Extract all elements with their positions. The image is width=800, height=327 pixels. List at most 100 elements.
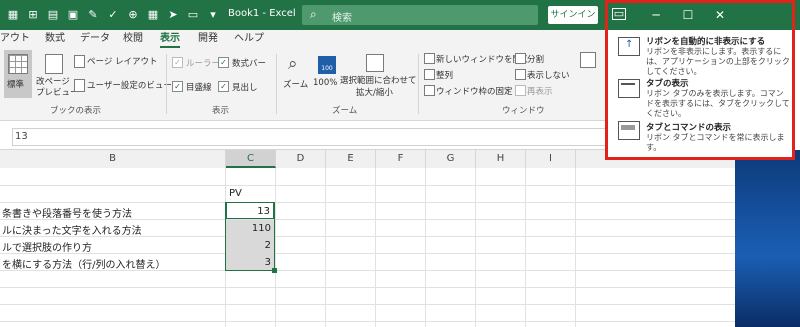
tab-view[interactable]: 表示 (160, 30, 180, 48)
freeze-panes-button[interactable]: ウィンドウ枠の固定 ⌄ (424, 84, 513, 98)
auto-hide-ribbon-icon: ↑ (618, 37, 640, 56)
spell-check-icon[interactable]: ✓ (104, 6, 122, 24)
option-auto-hide-ribbon[interactable]: ↑ リボンを自動的に非表示にする リボンを非表示にします。表示するには、アプリケ… (608, 33, 792, 76)
page-layout-button[interactable]: ページ レイアウト (74, 54, 164, 68)
search-icon: ⌕ (310, 7, 317, 21)
gridline (375, 168, 376, 327)
tab-data[interactable]: データ (80, 30, 110, 48)
column-header-e[interactable]: E (326, 150, 376, 168)
cell-b-row1[interactable]: 条書きや段落番号を使う方法 (2, 205, 132, 220)
search-input[interactable]: ⌕ 検索 (302, 5, 538, 25)
hide-button[interactable]: 表示しない (515, 68, 575, 82)
maximize-icon[interactable]: ☐ (678, 8, 698, 22)
column-header-f[interactable]: F (376, 150, 426, 168)
insert-icon[interactable]: ⊕ (124, 6, 142, 24)
zoom-selection-label-2: 拡大/縮小 (356, 88, 393, 98)
close-icon[interactable]: ✕ (710, 8, 730, 22)
option-title: タブの表示 (646, 79, 689, 89)
tab-formulas[interactable]: 数式 (45, 30, 65, 48)
cell-c-header[interactable]: PV (229, 188, 242, 199)
zoom-100-label: 100% (313, 78, 338, 88)
zoom-to-selection-button[interactable]: 選択範囲に合わせて 拡大/縮小 (340, 50, 417, 98)
ribbon-display-options-popup: ▭ ─ ☐ ✕ ↑ リボンを自動的に非表示にする リボンを非表示にします。表示す… (605, 0, 795, 160)
option-description: リボンを非表示にします。表示するには、アプリケーションの上部をクリックしてくださ… (646, 47, 790, 76)
gridline (425, 168, 426, 327)
zoom-button[interactable]: ⌕ ズーム (282, 50, 310, 98)
brush-icon[interactable]: ✎ (84, 6, 102, 24)
custom-views-button[interactable]: ユーザー設定のビュー (74, 78, 172, 92)
customize-qat-icon[interactable]: ▾ (204, 6, 222, 24)
table-icon[interactable]: ▦ (4, 6, 22, 24)
option-show-tabs[interactable]: タブの表示 リボン タブのみを表示します。コマンドを表示するには、タブをクリック… (608, 75, 792, 118)
unhide-button[interactable]: 再表示 (515, 84, 575, 98)
zoom-selection-icon (366, 54, 384, 72)
minimize-icon[interactable]: ─ (646, 8, 666, 22)
formula-bar-checkbox[interactable]: ✓ 数式バー (218, 56, 276, 69)
formula-input[interactable]: 13 (12, 128, 606, 146)
column-header-i[interactable]: I (526, 150, 576, 168)
gridline (0, 202, 735, 203)
page-break-preview-button[interactable]: 改ページ プレビュー (36, 50, 79, 98)
fill-handle[interactable] (272, 268, 277, 273)
show-tabs-icon (618, 79, 640, 98)
group-label-window: ウィンドウ (502, 106, 545, 116)
tab-review[interactable]: 校閲 (123, 30, 143, 48)
ribbon-divider (418, 54, 419, 114)
page-break-icon (45, 54, 63, 74)
window-icon[interactable]: ▣ (64, 6, 82, 24)
zoom-100-button[interactable]: 100 100% (312, 50, 340, 98)
arrange-all-button[interactable]: 整列 (424, 68, 494, 82)
selection-border (225, 202, 275, 271)
column-header-g[interactable]: G (426, 150, 476, 168)
gridline (525, 168, 526, 327)
group-label-zoom: ズーム (332, 106, 358, 116)
form-icon[interactable]: ▤ (44, 6, 62, 24)
tab-developer[interactable]: 開発 (198, 30, 218, 48)
frame-icon[interactable]: ▭ (184, 6, 202, 24)
column-header-d[interactable]: D (276, 150, 326, 168)
group-label-workbook-views: ブックの表示 (50, 106, 102, 116)
zoom-label: ズーム (283, 80, 309, 90)
table-tool-icon[interactable]: ▦ (144, 6, 162, 24)
option-description: リボン タブのみを表示します。コマンドを表示するには、タブをクリックしてください… (646, 89, 790, 118)
grid-icon[interactable]: ⊞ (24, 6, 42, 24)
cell-b-row4[interactable]: を横にする方法（行/列の入れ替え） (2, 256, 165, 271)
headings-label: 見出し (232, 83, 258, 93)
option-show-tabs-and-commands[interactable]: タブとコマンドの表示 リボン タブとコマンドを常に表示します。 (608, 119, 792, 155)
cell-b-row3[interactable]: ルで選択肢の作り方 (2, 239, 92, 254)
page-layout-label: ページ レイアウト (87, 57, 158, 67)
ribbon-display-options-icon[interactable]: ▭ (612, 8, 626, 20)
column-header-c[interactable]: C (226, 150, 276, 168)
gridline (325, 168, 326, 327)
custom-views-icon (74, 79, 85, 92)
pointer-icon[interactable]: ➤ (164, 6, 182, 24)
formula-bar-label: 数式バー (232, 59, 267, 69)
unhide-icon (515, 85, 526, 96)
normal-view-icon (8, 54, 28, 74)
popup-window-controls: ▭ ─ ☐ ✕ (608, 3, 792, 30)
ribbon-divider (276, 54, 277, 114)
ruler-label: ルーラー (186, 59, 221, 69)
worksheet-grid[interactable]: PV 条書きや段落番号を使う方法 ルに決まった文字を入れる方法 ルで選択肢の作り… (0, 168, 735, 327)
headings-checkbox[interactable]: ✓ 見出し (218, 80, 276, 93)
chevron-down-icon: ⌄ (504, 84, 512, 94)
signin-button[interactable]: サインイン (548, 6, 598, 24)
tab-page-layout[interactable]: アウト (0, 30, 30, 48)
cell-b-row2[interactable]: ルに決まった文字を入れる方法 (2, 222, 142, 237)
menu-bar: アウト 数式 データ 校閲 表示 開発 ヘルプ (0, 30, 605, 48)
unhide-label: 再表示 (527, 87, 553, 97)
normal-view-label: 標準 (7, 80, 25, 90)
tab-help[interactable]: ヘルプ (234, 30, 264, 48)
new-window-button[interactable]: 新しいウィンドウを開く (424, 52, 530, 66)
gridline (0, 321, 735, 322)
page-break-label-2: プレビュー (36, 88, 79, 98)
window-extra-icon[interactable] (580, 52, 596, 68)
normal-view-button[interactable]: 標準 (4, 50, 32, 98)
arrange-icon (424, 69, 435, 80)
gridline (0, 287, 735, 288)
column-header-b[interactable]: B (0, 150, 226, 168)
arrange-label: 整列 (436, 71, 454, 81)
split-button[interactable]: 分割 (515, 52, 575, 66)
column-header-h[interactable]: H (476, 150, 526, 168)
option-description: リボン タブとコマンドを常に表示します。 (646, 133, 785, 152)
